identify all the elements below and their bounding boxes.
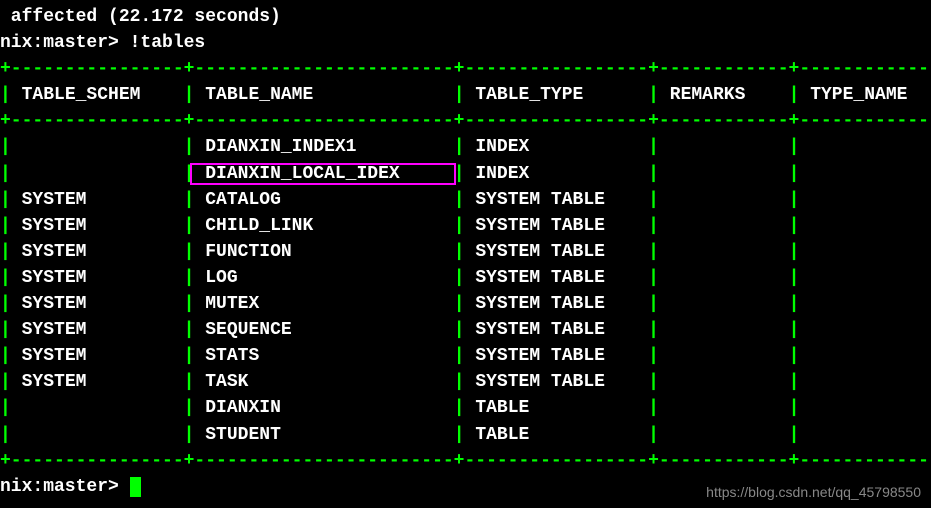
table-separator: +----------------+----------------------… — [0, 108, 931, 134]
prompt-line[interactable]: nix:master> !tables — [0, 30, 931, 56]
table-separator: +----------------+----------------------… — [0, 56, 931, 82]
table-separator: +----------------+----------------------… — [0, 448, 931, 474]
table-row: | SYSTEM | FUNCTION | SYSTEM TABLE | | | — [0, 239, 931, 265]
watermark-text: https://blog.csdn.net/qq_45798550 — [706, 484, 921, 500]
table-row: | SYSTEM | CATALOG | SYSTEM TABLE | | | — [0, 187, 931, 213]
table-row: | SYSTEM | TASK | SYSTEM TABLE | | | — [0, 369, 931, 395]
table-row: | | DIANXIN_INDEX1 | INDEX | | | — [0, 134, 931, 160]
table-row: | SYSTEM | SEQUENCE | SYSTEM TABLE | | | — [0, 317, 931, 343]
status-line: affected (22.172 seconds) — [0, 4, 931, 30]
table-row: | SYSTEM | CHILD_LINK | SYSTEM TABLE | |… — [0, 213, 931, 239]
table-row: | SYSTEM | STATS | SYSTEM TABLE | | | — [0, 343, 931, 369]
table-header-row: | TABLE_SCHEM | TABLE_NAME | TABLE_TYPE … — [0, 82, 931, 108]
table-row: | SYSTEM | MUTEX | SYSTEM TABLE | | | — [0, 291, 931, 317]
table-row: | | DIANXIN_LOCAL_IDEX | INDEX | | | — [0, 161, 931, 187]
table-row: | | DIANXIN | TABLE | | | — [0, 395, 931, 421]
table-row: | | STUDENT | TABLE | | | — [0, 422, 931, 448]
table-row: | SYSTEM | LOG | SYSTEM TABLE | | | — [0, 265, 931, 291]
terminal-output: affected (22.172 seconds)nix:master> !ta… — [0, 4, 931, 500]
cursor — [130, 477, 141, 497]
